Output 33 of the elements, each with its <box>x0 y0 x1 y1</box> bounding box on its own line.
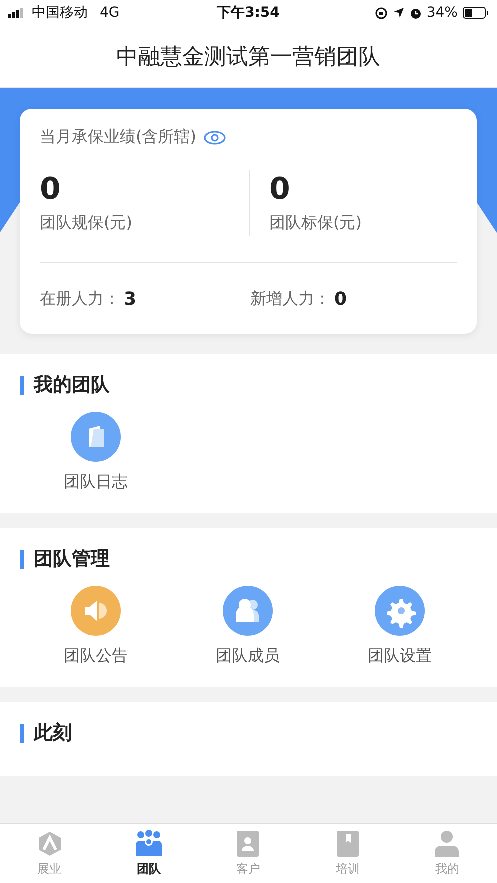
stat-value: 0 <box>270 172 292 207</box>
accent-bar <box>20 724 24 742</box>
location-arrow-icon <box>392 7 405 19</box>
tab-item[interactable]: 团队 <box>99 824 199 883</box>
count-value: 0 <box>334 289 348 310</box>
section-title: 团队管理 <box>34 547 110 572</box>
section-title: 我的团队 <box>34 373 110 398</box>
carrier-name: 中国移动 <box>32 4 88 22</box>
clock-time: 下午3:54 <box>217 4 280 22</box>
card-heading: 当月承保业绩(含所辖) <box>40 127 196 148</box>
menu-item[interactable]: 团队成员 <box>172 586 324 667</box>
menu-item[interactable]: 团队设置 <box>324 586 476 667</box>
group-icon <box>135 830 164 858</box>
stat-label: 团队标保(元) <box>270 213 363 234</box>
eye-icon[interactable] <box>204 130 226 144</box>
count-value: 3 <box>124 289 137 310</box>
signal-icon <box>8 8 26 18</box>
stat-value: 0 <box>40 172 62 207</box>
count-label: 新增人力： <box>250 289 330 310</box>
accent-bar <box>20 376 24 394</box>
alarm-icon <box>410 6 422 20</box>
battery-icon <box>462 7 489 19</box>
network-type: 4G <box>100 5 120 21</box>
stat-label: 团队规保(元) <box>40 213 134 234</box>
menu-item[interactable]: 团队公告 <box>20 586 172 667</box>
rotation-lock-icon <box>374 6 388 20</box>
menu-item[interactable]: 团队日志 <box>20 412 172 493</box>
person-icon <box>433 830 462 858</box>
page-title: 中融慧金测试第一营销团队 <box>116 44 380 72</box>
accent-bar <box>20 550 24 568</box>
count-label: 在册人力： <box>40 289 120 310</box>
battery-percent: 34% <box>426 5 458 21</box>
section-title: 此刻 <box>34 721 72 746</box>
